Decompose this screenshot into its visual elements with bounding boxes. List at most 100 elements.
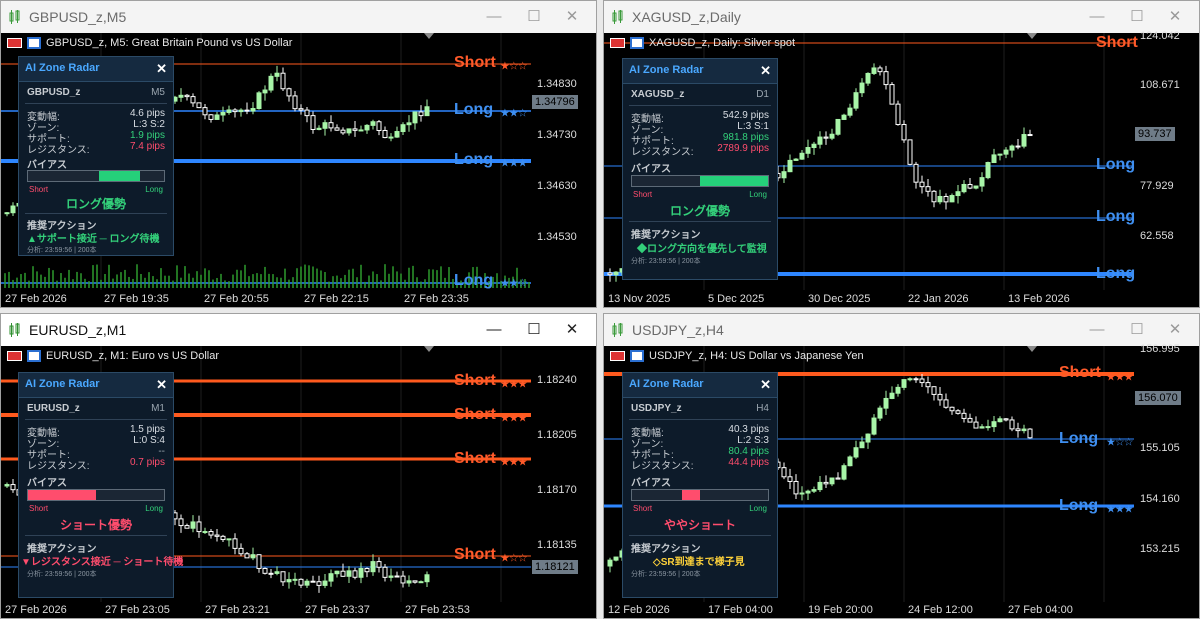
expert-icon xyxy=(7,38,22,48)
time-tick: 19 Feb 20:00 xyxy=(808,604,873,616)
expert-icon xyxy=(610,38,625,48)
expert-icon xyxy=(610,351,625,361)
time-axis[interactable]: 27 Feb 2026 27 Feb 23:05 27 Feb 23:21 27… xyxy=(1,602,531,618)
level-stars: ★★☆ xyxy=(500,107,528,120)
price-axis[interactable]: 1.34830 1.34796 1.34730 1.34630 1.34530 xyxy=(531,33,596,291)
panel-header: AI Zone Radar ✕ xyxy=(623,59,777,84)
candle-body xyxy=(979,426,985,429)
panel-header: AI Zone Radar ✕ xyxy=(623,373,777,398)
price-tick: 1.18170 xyxy=(537,484,577,496)
candle-body xyxy=(1021,134,1027,147)
price-chart[interactable]: EURUSD_z, M1: Euro vs US Dollar Short ★★… xyxy=(1,346,596,618)
shift-marker-icon[interactable] xyxy=(424,33,434,39)
price-chart[interactable]: USDJPY_z, H4: US Dollar vs Japanese Yen … xyxy=(604,343,1199,618)
minimize-button[interactable]: — xyxy=(483,320,505,340)
shift-marker-icon[interactable] xyxy=(1027,33,1037,39)
candle-body xyxy=(997,418,1003,423)
close-icon[interactable]: ✕ xyxy=(760,377,771,393)
shift-marker-icon[interactable] xyxy=(424,346,434,352)
close-button[interactable]: ✕ xyxy=(1164,7,1186,27)
candle-body xyxy=(907,378,913,381)
stat-value: 1.9 pips xyxy=(129,130,165,141)
candle-body xyxy=(328,573,334,582)
expert-icon xyxy=(7,351,22,361)
close-button[interactable]: ✕ xyxy=(561,320,583,340)
minimize-button[interactable]: — xyxy=(1086,320,1108,340)
candle-body xyxy=(997,153,1003,156)
level-stars: ★☆☆ xyxy=(500,60,528,73)
close-icon[interactable]: ✕ xyxy=(760,63,771,79)
close-button[interactable]: ✕ xyxy=(561,7,583,27)
candle-body xyxy=(895,386,901,394)
chart-header-text: XAGUSD_z, Daily: Silver spot xyxy=(649,37,796,49)
candle-body xyxy=(232,109,238,113)
price-chart[interactable]: XAGUSD_z, Daily: Silver spot Short Long … xyxy=(604,30,1199,307)
time-axis[interactable]: 27 Feb 2026 27 Feb 19:35 27 Feb 20:55 27… xyxy=(1,291,531,307)
chart-window-xagusd[interactable]: XAGUSD_z,Daily — ☐ ✕ XAGUSD_z, Daily: Si… xyxy=(603,0,1200,308)
chart-window-gbpusd[interactable]: GBPUSD_z,M5 — ☐ ✕ GBPUSD_z, M5: Great Br… xyxy=(0,0,597,308)
bias-long-label: Long xyxy=(145,185,163,194)
candle-body xyxy=(346,570,352,577)
candle-body xyxy=(1015,145,1021,148)
candle-body xyxy=(1021,428,1027,432)
window-title: XAGUSD_z,Daily xyxy=(632,9,741,25)
maximize-button[interactable]: ☐ xyxy=(523,7,545,27)
panel-title: AI Zone Radar xyxy=(629,378,704,390)
shift-marker-icon[interactable] xyxy=(1027,346,1037,352)
price-tick: 1.34830 xyxy=(537,78,577,90)
candle-body xyxy=(985,162,991,179)
candle-body xyxy=(907,139,913,165)
candle-body xyxy=(787,476,793,482)
time-axis[interactable]: 12 Feb 2026 17 Feb 04:00 19 Feb 20:00 24… xyxy=(604,602,1134,618)
candle-body xyxy=(859,82,865,94)
candle-body xyxy=(202,531,208,534)
candle-body xyxy=(208,114,214,120)
candle-body xyxy=(292,95,298,110)
candle-body xyxy=(991,421,997,428)
candle-body xyxy=(274,571,280,574)
price-axis[interactable]: 1.18240 1.18205 1.18170 1.18135 1.18121 xyxy=(531,346,596,602)
candle-body xyxy=(262,567,268,574)
close-button[interactable]: ✕ xyxy=(1164,320,1186,340)
close-icon[interactable]: ✕ xyxy=(156,61,167,77)
window-titlebar[interactable]: XAGUSD_z,Daily — ☐ ✕ xyxy=(604,1,1199,33)
stat-value: L:3 S:1 xyxy=(737,121,769,132)
trade-icon xyxy=(27,350,41,362)
candle-body xyxy=(244,109,250,112)
stat-value: 7.4 pips xyxy=(129,141,165,152)
time-axis[interactable]: 13 Nov 2025 5 Dec 2025 30 Dec 2025 22 Ja… xyxy=(604,291,1134,307)
price-tick: 1.18240 xyxy=(537,374,577,386)
candle-body xyxy=(238,109,244,113)
candle-body xyxy=(424,574,430,583)
bias-long-label: Long xyxy=(145,504,163,513)
price-axis[interactable]: 156.995 156.070 155.105 154.160 153.215 xyxy=(1134,343,1199,602)
minimize-button[interactable]: — xyxy=(483,7,505,27)
maximize-button[interactable]: ☐ xyxy=(523,320,545,340)
candle-body xyxy=(244,553,250,559)
candle-body xyxy=(829,133,835,139)
maximize-button[interactable]: ☐ xyxy=(1126,7,1148,27)
price-axis[interactable]: 124.042 108.671 93.737 77.929 62.558 xyxy=(1134,30,1199,291)
price-tick: 108.671 xyxy=(1140,79,1180,91)
chart-window-usdjpy[interactable]: USDJPY_z,H4 — ☐ ✕ USDJPY_z, H4: US Dolla… xyxy=(603,313,1200,619)
level-label-short: Short xyxy=(454,546,496,563)
window-titlebar[interactable]: USDJPY_z,H4 — ☐ ✕ xyxy=(604,314,1199,346)
window-titlebar[interactable]: EURUSD_z,M1 — ☐ ✕ xyxy=(1,314,596,346)
analysis-footer: 分析: 23:59:56 | 200本 xyxy=(631,258,701,265)
time-tick: 12 Feb 2026 xyxy=(608,604,670,616)
candle-body xyxy=(949,195,955,203)
level-stars: ★★★ xyxy=(500,412,528,425)
maximize-button[interactable]: ☐ xyxy=(1126,320,1148,340)
bias-bar xyxy=(631,175,769,187)
close-icon[interactable]: ✕ xyxy=(156,377,167,393)
chart-window-eurusd[interactable]: EURUSD_z,M1 — ☐ ✕ EURUSD_z, M1: Euro vs … xyxy=(0,313,597,619)
ai-zone-radar-panel: AI Zone Radar ✕ XAGUSD_z D1 変動幅: 542.9 pips… xyxy=(622,58,778,280)
bias-long-label: Long xyxy=(749,504,767,513)
analysis-footer: 分析: 23:59:56 | 200本 xyxy=(27,571,97,578)
price-chart[interactable]: GBPUSD_z, M5: Great Britain Pound vs US … xyxy=(1,33,596,307)
window-titlebar[interactable]: GBPUSD_z,M5 — ☐ ✕ xyxy=(1,1,596,33)
level-stars: ★☆☆ xyxy=(1106,436,1134,449)
price-tick: 1.18135 xyxy=(537,539,577,551)
chart-header-text: EURUSD_z, M1: Euro vs US Dollar xyxy=(46,350,219,362)
minimize-button[interactable]: — xyxy=(1086,7,1108,27)
